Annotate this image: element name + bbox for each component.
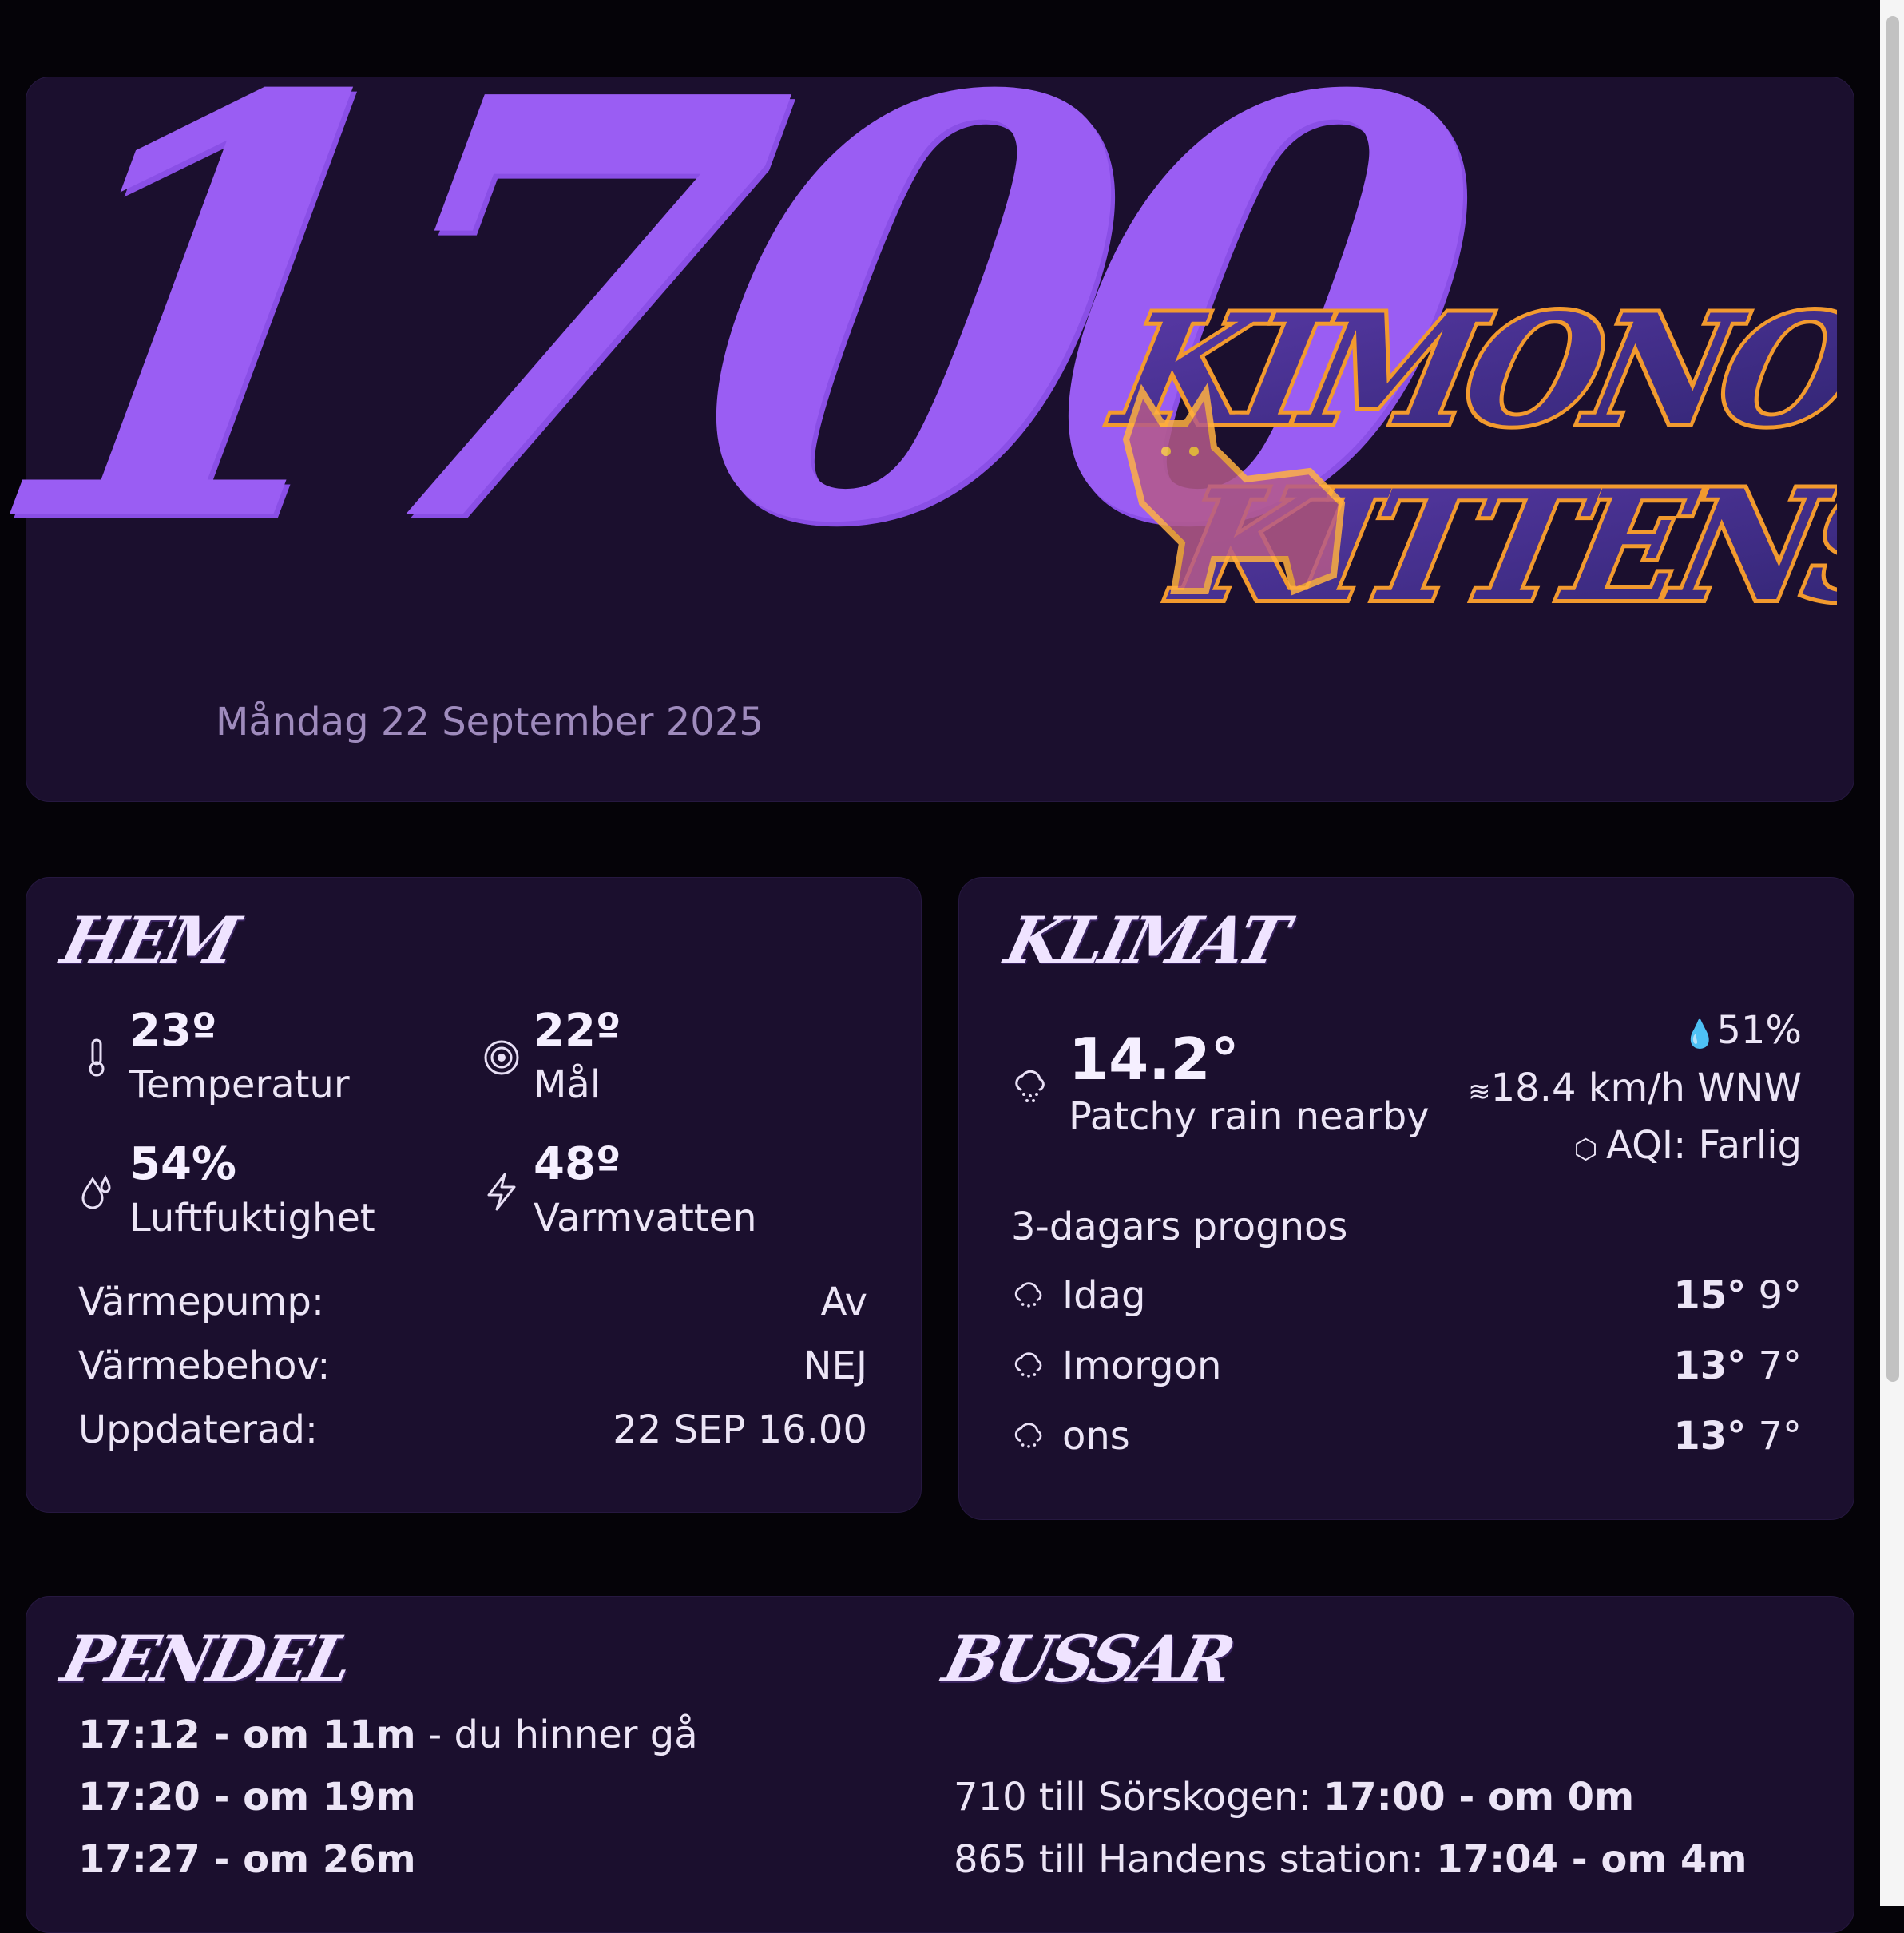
rain-cloud-icon <box>1015 1070 1045 1102</box>
target-temperature-label: Mål <box>534 1062 601 1107</box>
bussar-title: BUSSAR <box>936 1621 1240 1697</box>
heat-demand-value: NEJ <box>803 1344 867 1388</box>
hotwater-label: Varmvatten <box>534 1196 757 1240</box>
hexagon-icon: ⬡ <box>1573 1133 1607 1165</box>
humidity-small-icon: 💧 <box>1682 1018 1717 1050</box>
rain-cloud-icon <box>1014 1423 1042 1448</box>
thermometer-icon <box>89 1038 105 1077</box>
lightning-icon <box>487 1173 516 1211</box>
updated-label: Uppdaterad: <box>78 1407 319 1452</box>
air-quality: ⬡ AQI: Farlig <box>1573 1123 1802 1168</box>
forecast-high: 15° <box>1673 1273 1747 1318</box>
target-icon <box>484 1040 519 1075</box>
bus-departure: 710 till Sörskogen: 17:00 - om 0m <box>954 1775 1635 1820</box>
rain-cloud-icon <box>1014 1282 1042 1308</box>
heatpump-value: Av <box>820 1280 867 1324</box>
hotwater-value: 48º <box>534 1138 621 1190</box>
humidity-icon <box>81 1174 111 1209</box>
bus-departure: 865 till Handens station: 17:04 - om 4m <box>954 1837 1747 1882</box>
forecast-temps: 15° 9° <box>1463 1273 1802 1318</box>
forecast-day: Imorgon <box>1062 1344 1222 1388</box>
scrollbar-thumb[interactable] <box>1886 16 1899 1382</box>
forecast-temps: 13° 7° <box>1463 1414 1802 1459</box>
klimat-title: KLIMAT <box>998 903 1293 978</box>
current-date: Måndag 22 September 2025 <box>216 700 764 744</box>
pendel-title: PENDEL <box>54 1621 359 1697</box>
wind: ≋18.4 km/h WNW <box>1468 1066 1802 1110</box>
forecast-high: 13° <box>1673 1344 1747 1388</box>
train-departure: 17:27 - om 26m <box>78 1837 416 1882</box>
indoor-temperature-value: 23º <box>129 1005 217 1057</box>
forecast-day: Idag <box>1062 1273 1146 1318</box>
heat-demand-label: Värmebehov: <box>78 1344 331 1388</box>
forecast-temps: 13° 7° <box>1463 1344 1802 1388</box>
forecast-low: 9° <box>1758 1273 1802 1318</box>
hem-title: HEM <box>54 903 244 978</box>
kimono-kittens-logo: KIMONO KITTENS <box>1095 278 1837 640</box>
train-departure: 17:20 - om 19m <box>78 1775 416 1820</box>
updated-value: 22 SEP 16.00 <box>613 1407 867 1452</box>
forecast-title: 3-dagars prognos <box>1011 1205 1348 1249</box>
outdoor-humidity: 💧51% <box>1682 1008 1802 1053</box>
wind-icon: ≋ <box>1468 1076 1491 1108</box>
rain-cloud-icon <box>1014 1352 1042 1378</box>
forecast-low: 7° <box>1758 1414 1802 1459</box>
train-departure: 17:12 - om 11m - du hinner gå <box>78 1713 698 1757</box>
indoor-temperature-label: Temperatur <box>129 1062 350 1107</box>
forecast-day: ons <box>1062 1414 1130 1459</box>
forecast-low: 7° <box>1758 1344 1802 1388</box>
target-temperature-value: 22º <box>534 1005 621 1057</box>
humidity-label: Luftfuktighet <box>129 1196 375 1240</box>
heatpump-label: Värmepump: <box>78 1280 324 1324</box>
forecast-high: 13° <box>1673 1414 1747 1459</box>
current-temperature: 14.2° <box>1069 1026 1240 1093</box>
humidity-value: 54% <box>129 1138 237 1190</box>
